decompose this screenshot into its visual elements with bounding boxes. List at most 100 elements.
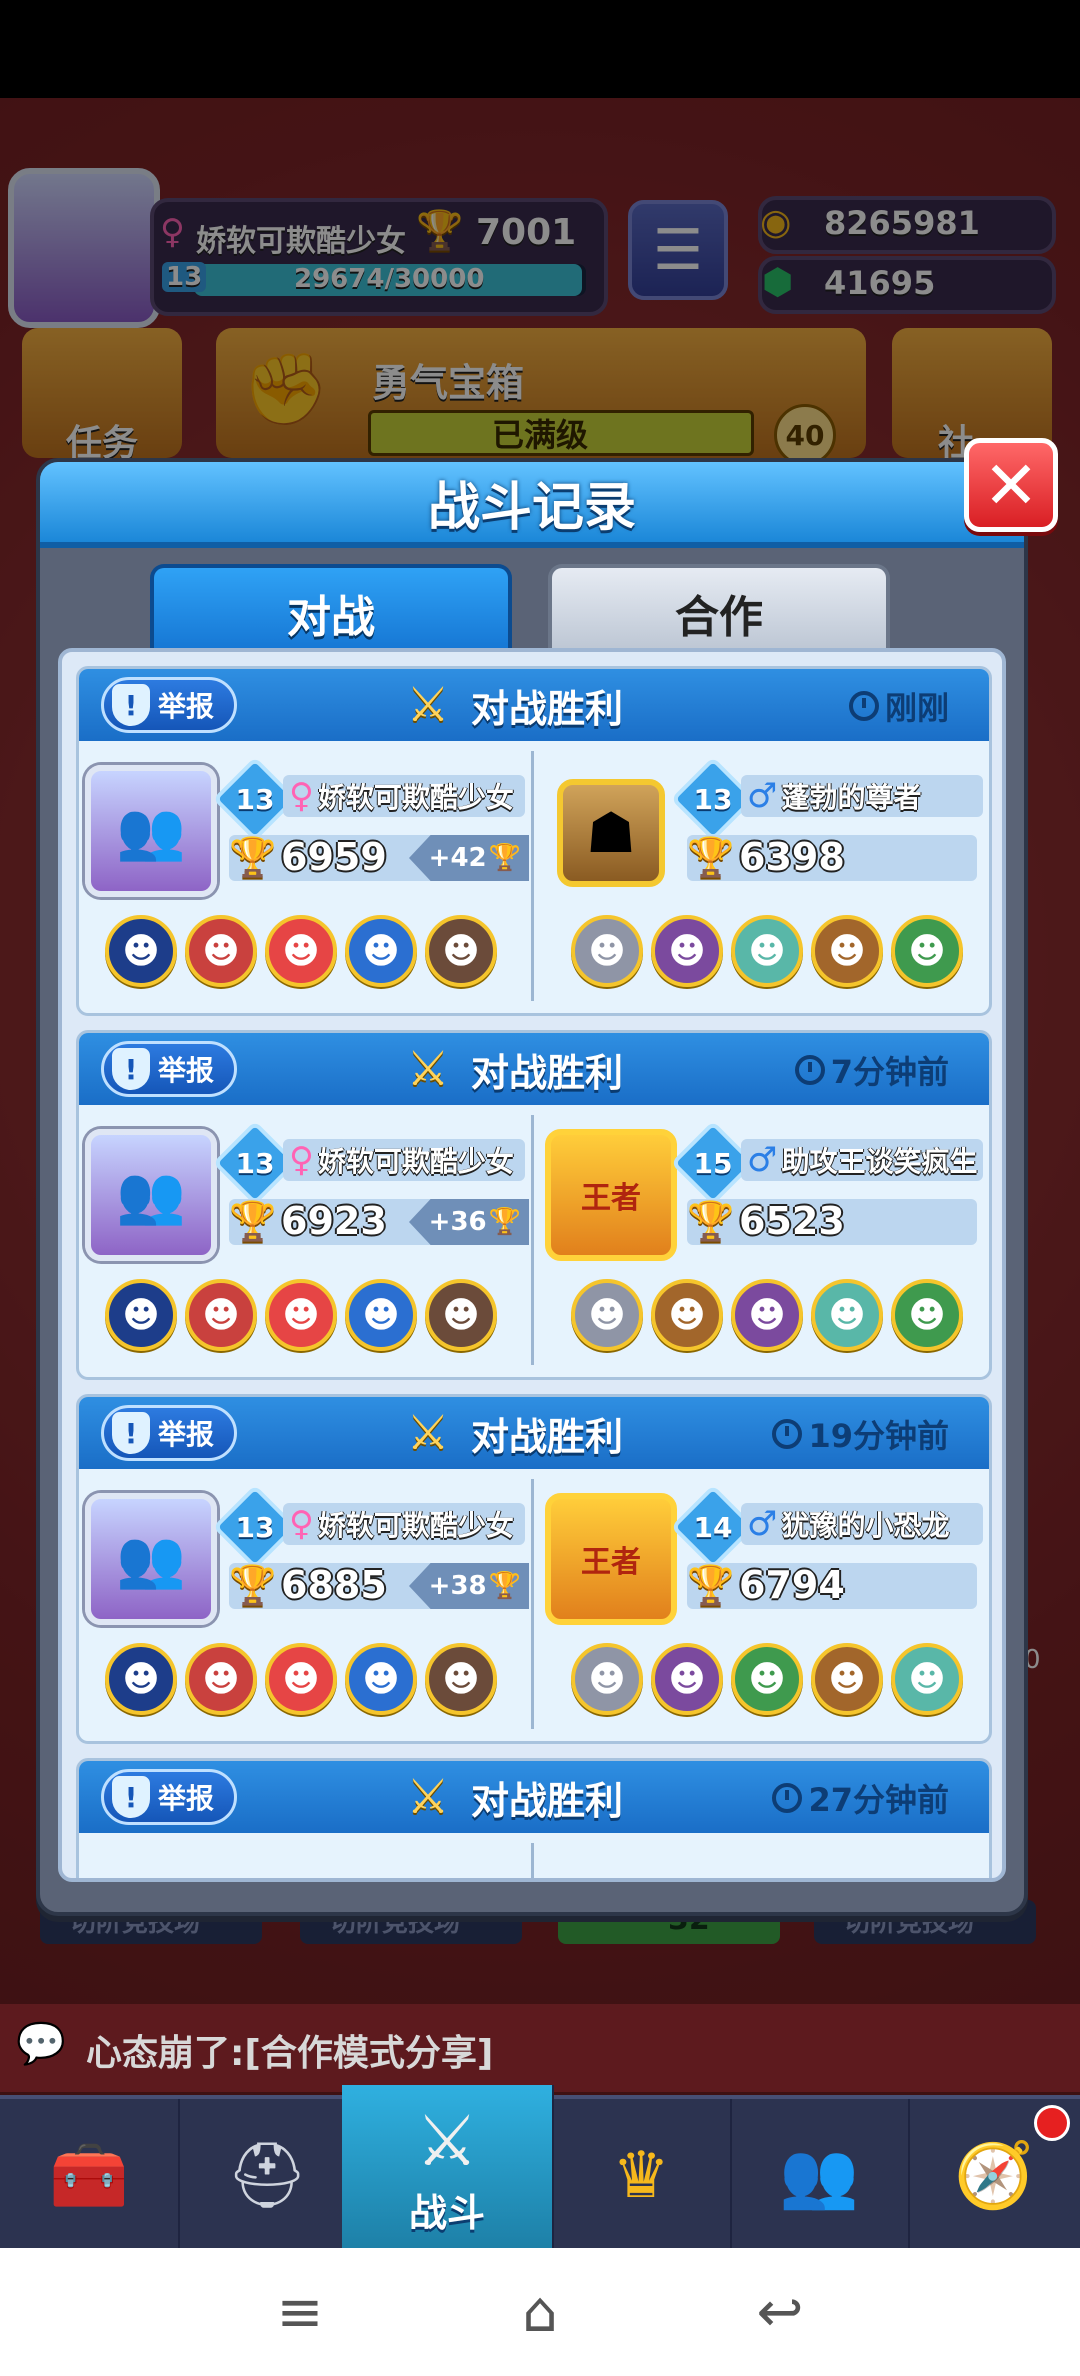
report-button[interactable]: ! 举报 <box>101 1769 237 1825</box>
bearded-dwarf-icon[interactable]: ☻ <box>811 1643 883 1715</box>
divider <box>531 1479 534 1729</box>
my-level: 13 <box>235 782 275 816</box>
result-text: 对战胜利 <box>471 686 624 731</box>
male-icon: ♂ <box>747 776 778 816</box>
opponent-avatar[interactable]: 王者 <box>545 1493 677 1625</box>
maid-girl-icon[interactable]: ☻ <box>425 1643 497 1715</box>
trophy-icon: 🏆 <box>488 1207 521 1237</box>
battle-record: ! 举报 ⚔ 对战胜利 19分钟前 👥 13 ♀ 娇软可欺酷少女 🏆 6885 +38… <box>76 1394 992 1744</box>
bearded-dwarf-icon[interactable]: ☻ <box>811 915 883 987</box>
opp-name: 犹豫的小恐龙 <box>781 1509 950 1542</box>
nav-battle[interactable]: ⚔ 战斗 <box>342 2085 554 2252</box>
blue-knight-icon[interactable]: ☻ <box>105 1643 177 1715</box>
my-avatar[interactable]: 👥 <box>85 1493 217 1625</box>
record-list[interactable]: ! 举报 ⚔ 对战胜利 刚刚 👥 13 ♀ 娇软可欺酷少女 🏆 6959 +42 🏆 ☻… <box>58 648 1006 1882</box>
chat-bar[interactable]: 💬 心态崩了:[合作模式分享] <box>0 2004 1080 2092</box>
nav-battle-label: 战斗 <box>408 2191 485 2235</box>
trophy-icon: 🏆 <box>687 835 735 879</box>
blue-knight-icon[interactable]: ☻ <box>105 915 177 987</box>
green-helmet-icon[interactable]: ☻ <box>891 1279 963 1351</box>
my-avatar[interactable]: 👥 <box>85 765 217 897</box>
silver-knight-icon[interactable]: ☻ <box>571 1643 643 1715</box>
report-button[interactable]: ! 举报 <box>101 677 237 733</box>
mint-creature-icon[interactable]: ☻ <box>891 1643 963 1715</box>
trophy-gain: +42 🏆 <box>409 835 529 881</box>
nav-heroes[interactable]: ⛑ <box>178 2099 358 2252</box>
back-icon[interactable]: ↩ <box>750 2280 810 2345</box>
swords-icon: ⚔ <box>406 677 450 733</box>
maid-girl-icon[interactable]: ☻ <box>425 915 497 987</box>
record-time: 27分钟前 <box>772 1773 949 1823</box>
close-icon: ✕ <box>983 446 1039 524</box>
opponent-avatar[interactable]: 王者 <box>545 1129 677 1261</box>
male-icon: ♂ <box>747 1504 778 1544</box>
purple-girl-icon[interactable]: ☻ <box>651 1643 723 1715</box>
helmet-icon: ⛑ <box>226 2139 308 2213</box>
battle-record-modal: 战斗记录 对战 合作 ! 举报 ⚔ 对战胜利 刚刚 👥 13 ♀ 娇软可欺酷少女 🏆 … <box>36 458 1028 1916</box>
pharaoh-icon[interactable]: ☻ <box>345 1279 417 1351</box>
battle-record: ! 举报 ⚔ 对战胜利 27分钟前 <box>76 1758 992 1878</box>
bearded-dwarf-icon[interactable]: ☻ <box>651 1279 723 1351</box>
shield-icon: ! <box>112 1412 150 1454</box>
divider <box>531 751 534 1001</box>
nav-team[interactable]: 👥 <box>730 2099 910 2252</box>
my-namebar: ♀ 娇软可欺酷少女 <box>283 1503 525 1545</box>
opp-trophies: 6794 <box>739 1563 845 1607</box>
green-helmet-icon[interactable]: ☻ <box>731 1643 803 1715</box>
red-bird-icon[interactable]: ☻ <box>185 1279 257 1351</box>
female-icon: ♀ <box>289 776 314 816</box>
clown-icon[interactable]: ☻ <box>265 1279 337 1351</box>
result-text: 对战胜利 <box>471 1414 624 1459</box>
purple-girl-icon[interactable]: ☻ <box>731 1279 803 1351</box>
clock-icon <box>772 1419 803 1449</box>
my-trophies: 6885 <box>281 1563 387 1607</box>
red-bird-icon[interactable]: ☻ <box>185 915 257 987</box>
nav-chest[interactable]: 🧰 <box>0 2099 180 2252</box>
menu-icon[interactable]: ≡ <box>270 2280 330 2345</box>
mint-creature-icon[interactable]: ☻ <box>731 915 803 987</box>
result-text: 对战胜利 <box>471 1050 624 1095</box>
clown-icon[interactable]: ☻ <box>265 1643 337 1715</box>
modal-title: 战斗记录 <box>40 462 1024 548</box>
green-helmet-icon[interactable]: ☻ <box>891 915 963 987</box>
pharaoh-icon[interactable]: ☻ <box>345 915 417 987</box>
battle-result: ⚔ 对战胜利 <box>399 1041 623 1097</box>
silver-knight-icon[interactable]: ☻ <box>571 915 643 987</box>
blue-knight-icon[interactable]: ☻ <box>105 1279 177 1351</box>
trophy-icon: 🏆 <box>687 1563 735 1607</box>
king-badge-icon: 王者 <box>581 1181 641 1216</box>
opp-level: 13 <box>693 782 733 816</box>
tab-coop[interactable]: 合作 <box>548 564 890 658</box>
tab-battle[interactable]: 对战 <box>150 564 512 658</box>
battle-result: ⚔ 对战胜利 <box>399 1769 623 1825</box>
clown-icon[interactable]: ☻ <box>265 915 337 987</box>
my-name: 娇软可欺酷少女 <box>317 1145 514 1178</box>
clock-icon <box>794 1055 825 1085</box>
my-name: 娇软可欺酷少女 <box>317 1509 514 1542</box>
battle-result: ⚔ 对战胜利 <box>399 677 623 733</box>
battle-swords-icon: ⚔ <box>415 2100 479 2182</box>
system-nav-bar: ≡ ⌂ ↩ <box>0 2248 1080 2376</box>
my-namebar: ♀ 娇软可欺酷少女 <box>283 1139 525 1181</box>
nav-ranking[interactable]: ♛ <box>552 2099 732 2252</box>
my-avatar[interactable]: 👥 <box>85 1129 217 1261</box>
record-header: ! 举报 ⚔ 对战胜利 27分钟前 <box>79 1761 989 1833</box>
opp-trophies: 6398 <box>739 835 845 879</box>
silver-knight-icon[interactable]: ☻ <box>571 1279 643 1351</box>
opponent-avatar[interactable]: ☗ <box>557 779 665 887</box>
clock-icon <box>848 691 879 721</box>
maid-girl-icon[interactable]: ☻ <box>425 1279 497 1351</box>
pharaoh-icon[interactable]: ☻ <box>345 1643 417 1715</box>
battle-result: ⚔ 对战胜利 <box>399 1405 623 1461</box>
mint-creature-icon[interactable]: ☻ <box>811 1279 883 1351</box>
home-icon[interactable]: ⌂ <box>510 2280 570 2345</box>
report-button[interactable]: ! 举报 <box>101 1405 237 1461</box>
red-bird-icon[interactable]: ☻ <box>185 1643 257 1715</box>
record-header: ! 举报 ⚔ 对战胜利 7分钟前 <box>79 1033 989 1105</box>
report-button[interactable]: ! 举报 <box>101 1041 237 1097</box>
shield-icon: ! <box>112 684 150 726</box>
purple-girl-icon[interactable]: ☻ <box>651 915 723 987</box>
my-level: 13 <box>235 1510 275 1544</box>
close-button[interactable]: ✕ <box>964 438 1058 532</box>
trophy-gain-value: +36 <box>428 1207 487 1237</box>
